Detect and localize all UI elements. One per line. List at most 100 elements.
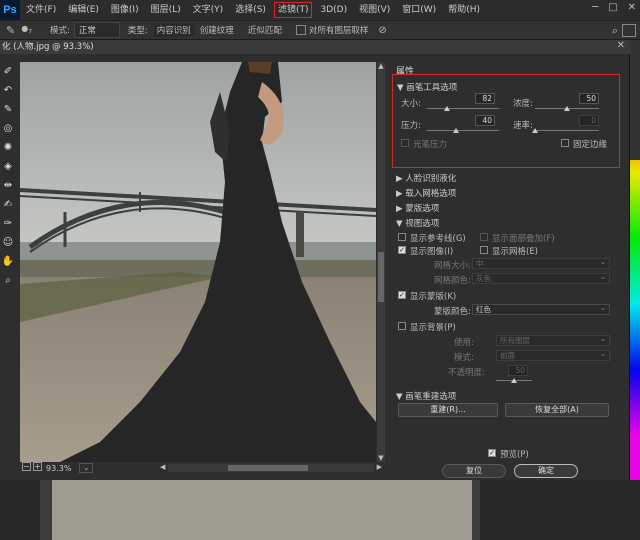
options-bar: ✎ ●7 模式: 正常 类型: 内容识别 创建纹理 近似匹配 对所有图层取样 ⊘…	[0, 20, 640, 40]
backdrop-mode-select: 前面	[496, 349, 610, 361]
stylus-pressure-label: 光笔压力	[413, 140, 448, 150]
zoom-in-icon[interactable]: +	[33, 462, 42, 471]
workspace-icon[interactable]	[622, 24, 636, 37]
menu-type[interactable]: 文字(Y)	[187, 0, 230, 20]
brush-preset-picker[interactable]: ●7	[21, 24, 32, 36]
brush-tool-options-box: ▼ 画笔工具选项 大小: 82 浓度: 50 压力: 40 速率: 0 光笔压力…	[392, 74, 620, 168]
maximize-icon[interactable]: □	[608, 2, 617, 13]
size-slider-track[interactable]	[427, 108, 499, 109]
face-aware-heading: 人脸识别液化	[405, 174, 457, 184]
show-backdrop-checkbox[interactable]	[398, 322, 406, 330]
brush-reconstruct-toggle[interactable]: ▼ 画笔重建选项	[396, 390, 456, 402]
brush-size-label: 7	[28, 28, 33, 36]
reconstruct-icon[interactable]: ↶	[1, 84, 15, 98]
size-input[interactable]: 82	[475, 93, 495, 104]
mask-options-toggle[interactable]: ▶ 蒙版选项	[396, 202, 439, 214]
mask-color-select[interactable]: 红色	[472, 303, 610, 315]
menu-filter[interactable]: 滤镜(T)	[272, 0, 315, 20]
menu-view[interactable]: 视图(V)	[353, 0, 396, 20]
pucker-icon[interactable]: ✺	[1, 141, 15, 155]
show-mesh-checkbox[interactable]	[480, 246, 488, 254]
pressure-size-icon[interactable]: ⊘	[378, 25, 386, 36]
zoom-out-icon[interactable]: −	[22, 462, 31, 471]
minimize-icon[interactable]: ─	[592, 2, 598, 13]
pressure-input[interactable]: 40	[475, 115, 495, 126]
thaw-mask-icon[interactable]: ✑	[1, 217, 15, 231]
restore-all-button[interactable]: 恢复全部(A)	[505, 403, 609, 417]
ok-button[interactable]: 确定	[514, 464, 578, 478]
pressure-slider-thumb[interactable]	[452, 128, 459, 133]
rate-input: 0	[579, 115, 599, 126]
view-options-heading: 视图选项	[405, 219, 440, 229]
backdrop-opacity-slider-thumb	[511, 378, 517, 383]
preview-checkbox[interactable]: ✓	[488, 449, 496, 457]
rate-slider-track	[535, 130, 599, 131]
brush-reconstruct-heading: 画笔重建选项	[405, 392, 457, 402]
vertical-scroll-thumb[interactable]	[378, 252, 384, 302]
push-left-icon[interactable]: ⇹	[1, 179, 15, 193]
backdrop-use-label: 使用:	[454, 338, 474, 348]
liquify-toolbar: ✐ ↶ ✎ ◎ ✺ ◈ ⇹ ✍ ✑ ☺ ✋ ⌕	[0, 62, 16, 452]
scroll-right-icon[interactable]: ▶	[377, 463, 382, 471]
face-aware-toggle[interactable]: ▶ 人脸识别液化	[396, 172, 456, 184]
size-slider-thumb[interactable]	[444, 106, 451, 111]
size-label: 大小:	[401, 99, 421, 109]
load-mesh-toggle[interactable]: ▶ 载入网格选项	[396, 187, 456, 199]
menu-edit[interactable]: 编辑(E)	[62, 0, 105, 20]
freeze-mask-icon[interactable]: ✍	[1, 198, 15, 212]
pin-edges-label: 固定边缘	[573, 140, 608, 150]
horizontal-scrollbar[interactable]: ◀ ▶	[160, 463, 382, 472]
menu-window[interactable]: 窗口(W)	[396, 0, 442, 20]
pressure-slider-track[interactable]	[427, 130, 499, 131]
scroll-up-icon[interactable]: ▲	[377, 62, 385, 70]
sample-all-layers-label: 对所有图层取样	[308, 26, 369, 36]
menu-3d[interactable]: 3D(D)	[314, 0, 353, 20]
zoom-level: 93.3%	[46, 463, 72, 473]
dialog-close-icon[interactable]: ✕	[617, 40, 625, 51]
type-create-texture-radio[interactable]: 创建纹理	[200, 24, 234, 36]
zoom-dropdown-icon[interactable]: ⌄	[79, 463, 94, 473]
density-input[interactable]: 50	[579, 93, 599, 104]
show-guides-checkbox[interactable]	[398, 233, 406, 241]
reset-button[interactable]: 复位	[442, 464, 506, 478]
density-slider-thumb[interactable]	[564, 106, 570, 111]
scroll-left-icon[interactable]: ◀	[160, 463, 165, 471]
pin-edges-checkbox[interactable]	[561, 139, 569, 147]
show-image-label: 显示图像(I)	[410, 247, 454, 257]
dialog-title: 化 (人物.jpg @ 93.3%)	[0, 40, 630, 54]
rate-slider-thumb	[532, 128, 538, 133]
show-image-checkbox[interactable]: ✓	[398, 246, 406, 254]
brush-tool-options-heading: 画笔工具选项	[406, 83, 458, 93]
menu-bar: Ps 文件(F) 编辑(E) 图像(I) 图层(L) 文字(Y) 选择(S) 滤…	[0, 0, 640, 20]
smooth-icon[interactable]: ✎	[1, 103, 15, 117]
preview-canvas[interactable]	[20, 62, 376, 462]
twirl-icon[interactable]: ◎	[1, 122, 15, 136]
show-backdrop-label: 显示背景(P)	[410, 323, 456, 333]
scroll-down-icon[interactable]: ▼	[377, 454, 385, 462]
bloat-icon[interactable]: ◈	[1, 160, 15, 174]
close-icon[interactable]: ✕	[628, 2, 636, 13]
search-icon[interactable]: ⌕	[612, 24, 618, 38]
face-tool-icon[interactable]: ☺	[1, 236, 15, 250]
vertical-scrollbar[interactable]: ▲ ▼	[377, 62, 385, 462]
mode-select[interactable]: 正常	[73, 22, 120, 38]
menu-image[interactable]: 图像(I)	[105, 0, 145, 20]
show-mask-checkbox[interactable]: ✓	[398, 291, 406, 299]
menu-file[interactable]: 文件(F)	[20, 0, 62, 20]
type-content-aware-radio[interactable]: 内容识别	[153, 23, 194, 37]
zoom-icon[interactable]: ⌕	[1, 274, 15, 288]
type-proximity-radio[interactable]: 近似匹配	[248, 24, 282, 36]
stylus-pressure-checkbox	[401, 139, 409, 147]
hand-icon[interactable]: ✋	[1, 255, 15, 269]
sample-all-layers-checkbox[interactable]	[295, 24, 306, 35]
view-options-toggle[interactable]: ▼ 视图选项	[396, 217, 439, 229]
backdrop-use-select: 所有图层	[496, 334, 610, 346]
reconstruct-button[interactable]: 重建(R)...	[398, 403, 498, 417]
menu-help[interactable]: 帮助(H)	[442, 0, 486, 20]
spot-healing-brush-icon[interactable]: ✎	[6, 24, 15, 37]
menu-layer[interactable]: 图层(L)	[145, 0, 187, 20]
forward-warp-icon[interactable]: ✐	[1, 65, 15, 79]
menu-select[interactable]: 选择(S)	[229, 0, 272, 20]
brush-tool-options-toggle[interactable]: ▼ 画笔工具选项	[397, 81, 457, 93]
horizontal-scroll-thumb[interactable]	[228, 465, 308, 471]
